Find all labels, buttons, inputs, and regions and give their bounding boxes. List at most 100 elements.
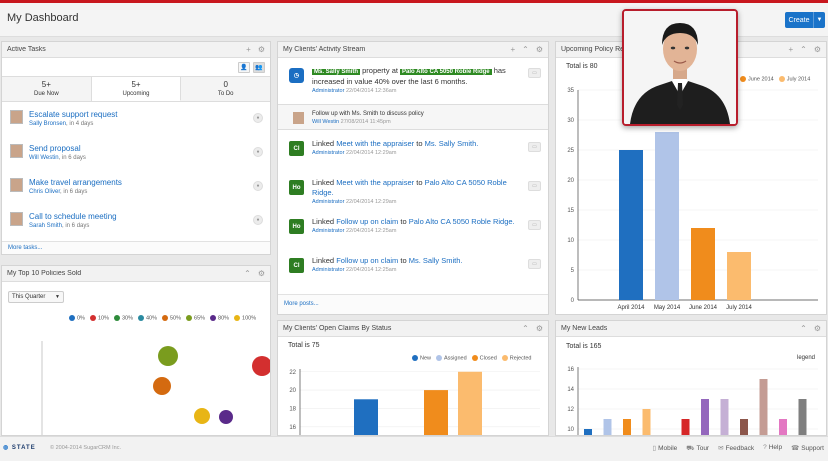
legend-item[interactable]: 100% <box>234 315 256 321</box>
activity-subject-link[interactable]: Follow up on claim <box>336 217 398 226</box>
legend-item[interactable]: Rejected <box>501 355 532 361</box>
y-tick-label: 25 <box>567 148 574 154</box>
comment-icon[interactable]: ▭ <box>528 68 541 78</box>
gear-icon[interactable]: ⚙ <box>814 45 821 54</box>
more-tasks-link[interactable]: More tasks... <box>8 245 42 251</box>
footer-link-help[interactable]: ? Help <box>763 444 782 453</box>
bar <box>681 419 690 435</box>
task-action-icon[interactable]: ● <box>253 113 263 123</box>
task-assignee-link[interactable]: Sarah Smith <box>29 223 62 229</box>
footer-link-support[interactable]: ☎ Support <box>791 444 824 453</box>
task-action-icon[interactable]: ● <box>253 181 263 191</box>
activity-prefix: Linked <box>312 256 337 265</box>
policies-sold-dashlet: My Top 10 Policies Sold ⌃ ⚙ This Quarter… <box>1 265 271 436</box>
author-link[interactable]: Administrator <box>312 150 344 156</box>
comment-icon[interactable]: ▭ <box>528 181 541 191</box>
record-tag[interactable]: Ms. Sally Smith <box>312 69 361 75</box>
legend-item[interactable]: 50% <box>162 315 181 321</box>
record-type-icon: Ho <box>289 219 304 234</box>
legend-item[interactable]: Closed <box>471 355 497 361</box>
comment-icon[interactable]: ▭ <box>528 259 541 269</box>
add-icon[interactable]: + <box>246 45 251 54</box>
legend-item[interactable]: 10% <box>89 315 109 321</box>
team-items-toggle-icon[interactable]: 👥 <box>253 61 265 73</box>
gear-icon[interactable]: ⚙ <box>814 324 821 333</box>
footer-link-label: Support <box>801 445 824 452</box>
dashlet-title: Active Tasks <box>7 46 46 53</box>
y-tick-label: 12 <box>567 407 574 413</box>
x-tick-label: May 2014 <box>654 305 681 311</box>
my-items-toggle-icon[interactable]: 👤 <box>238 61 250 73</box>
y-tick-label: 5 <box>571 268 575 274</box>
task-action-icon[interactable]: ● <box>253 147 263 157</box>
author-link[interactable]: Administrator <box>312 199 344 205</box>
activity-subject-link[interactable]: Follow up on claim <box>336 256 398 265</box>
activity-target-link[interactable]: Palo Alto CA 5050 Roble Ridge. <box>409 217 515 226</box>
legend-item[interactable]: 30% <box>113 315 133 321</box>
period-select[interactable]: This Quarter ▼ <box>8 291 64 303</box>
record-tag[interactable]: Palo Alto CA 5050 Roble Ridge <box>400 69 492 75</box>
scatter-legend: 0% 10% 30% 40% 50% 65% 80% 100% <box>69 315 256 321</box>
legend-dot <box>436 355 443 361</box>
tab-to-do[interactable]: 0 To Do <box>181 77 270 101</box>
gear-icon[interactable]: ⚙ <box>258 269 265 278</box>
task-title-link[interactable]: Call to schedule meeting <box>29 212 117 222</box>
collapse-icon[interactable]: ⌃ <box>522 45 529 54</box>
tab-due-now[interactable]: 5+ Due Now <box>2 77 92 101</box>
author-link[interactable]: Will Westin <box>312 119 339 125</box>
activity-target-link[interactable]: Ms. Sally Smith. <box>425 139 479 148</box>
author-link[interactable]: Administrator <box>312 267 344 273</box>
task-title-link[interactable]: Make travel arrangements <box>29 178 122 188</box>
collapse-icon[interactable]: ⌃ <box>800 45 807 54</box>
task-assignee-link[interactable]: Will Westin <box>29 155 59 161</box>
add-icon[interactable]: + <box>510 45 515 54</box>
comment-icon[interactable]: ▭ <box>528 142 541 152</box>
more-posts-link[interactable]: More posts... <box>284 301 319 307</box>
collapse-icon[interactable]: ⌃ <box>244 269 251 278</box>
mobile-icon: ▯ <box>652 445 657 452</box>
tab-upcoming[interactable]: 5+ Upcoming <box>91 77 182 101</box>
open-claims-dashlet: My Clients' Open Claims By Status ⌃ ⚙ To… <box>277 320 549 436</box>
collapse-icon[interactable]: ⌃ <box>522 324 529 333</box>
task-assignee-link[interactable]: Chris Oliver <box>29 189 60 195</box>
bar <box>458 371 482 435</box>
legend-item[interactable]: 65% <box>186 315 205 321</box>
task-action-icon[interactable]: ● <box>253 215 263 225</box>
author-link[interactable]: Administrator <box>312 88 344 94</box>
task-assignee-link[interactable]: Sally Bronsen <box>29 121 66 127</box>
activity-subject-link[interactable]: Meet with the appraiser <box>336 178 414 187</box>
footer-link-mobile[interactable]: ▯ Mobile <box>653 444 678 453</box>
create-button[interactable]: Create ▼ <box>785 12 825 28</box>
avatar <box>293 112 304 124</box>
gear-icon[interactable]: ⚙ <box>536 324 543 333</box>
list-item: Make travel arrangements Chris Oliver, i… <box>2 170 270 204</box>
add-icon[interactable]: + <box>788 45 793 54</box>
footer-link-label: Tour <box>696 445 710 452</box>
gear-icon[interactable]: ⚙ <box>258 45 265 54</box>
activity-subject-link[interactable]: Meet with the appraiser <box>336 139 414 148</box>
legend-label: Assigned <box>444 355 467 362</box>
task-title-link[interactable]: Send proposal <box>29 144 86 154</box>
dashlet-title: My New Leads <box>561 325 608 332</box>
comment-icon[interactable]: ▭ <box>528 220 541 230</box>
y-tick-label: 20 <box>289 388 296 394</box>
state-logo: ◍ STATE <box>3 445 36 451</box>
legend-toggle-link[interactable]: legend <box>797 355 815 361</box>
legend-item[interactable]: 40% <box>137 315 157 321</box>
collapse-icon[interactable]: ⌃ <box>800 324 807 333</box>
author-link[interactable]: Administrator <box>312 228 344 234</box>
footer-link-feedback[interactable]: ✉ Feedback <box>718 444 754 453</box>
create-dropdown-icon[interactable]: ▼ <box>813 12 825 28</box>
legend-item[interactable]: Assigned <box>436 355 467 361</box>
footer-link-tour[interactable]: ⛟ Tour <box>686 444 709 453</box>
legend-item[interactable]: New <box>412 355 431 361</box>
activity-target-link[interactable]: Ms. Sally Smith. <box>409 256 463 265</box>
legend-item[interactable]: 80% <box>210 315 229 321</box>
activity-connector: to <box>398 256 409 265</box>
task-title-link[interactable]: Escalate support request <box>29 110 118 120</box>
bar <box>798 399 807 435</box>
legend-dot <box>162 315 168 321</box>
gear-icon[interactable]: ⚙ <box>536 45 543 54</box>
legend-dot <box>210 315 217 321</box>
legend-item[interactable]: 0% <box>69 315 85 321</box>
